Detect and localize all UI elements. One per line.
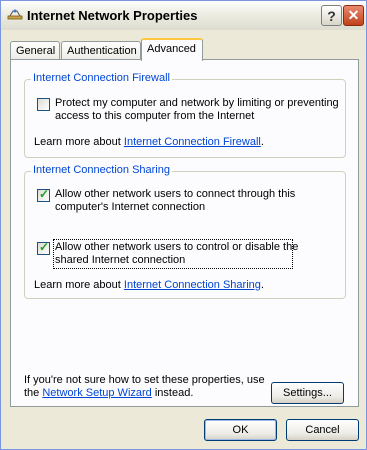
setup-note-prefix: the xyxy=(24,387,43,399)
tab-panel-advanced: Internet Connection Firewall Protect my … xyxy=(10,59,359,407)
ok-button[interactable]: OK xyxy=(204,419,277,441)
cancel-button[interactable]: Cancel xyxy=(286,419,359,441)
sharing-learn-link[interactable]: Internet Connection Sharing xyxy=(124,279,261,291)
setup-note-suffix: instead. xyxy=(151,387,194,399)
firewall-learn-suffix: . xyxy=(260,136,264,148)
firewall-learn-more: Learn more about Internet Connection Fir… xyxy=(34,136,264,149)
tab-authentication[interactable]: Authentication xyxy=(61,41,141,60)
sharing-group-title: Internet Connection Sharing xyxy=(31,164,172,176)
question-icon: ? xyxy=(327,7,336,24)
sharing-learn-prefix: Learn more about xyxy=(34,279,124,291)
network-setup-wizard-link[interactable]: Network Setup Wizard xyxy=(42,387,151,399)
protect-computer-checkbox[interactable] xyxy=(37,98,50,111)
allow-control-checkbox[interactable]: ✓ xyxy=(37,240,50,255)
firewall-learn-prefix: Learn more about xyxy=(34,136,124,148)
sharing-group: Internet Connection Sharing ✓ Allow othe… xyxy=(24,164,346,299)
setup-note-line2: the Network Setup Wizard instead. xyxy=(24,387,193,400)
close-icon: ✕ xyxy=(347,7,360,23)
firewall-group: Internet Connection Firewall Protect my … xyxy=(24,72,346,158)
settings-button[interactable]: Settings... xyxy=(271,382,344,404)
firewall-learn-link[interactable]: Internet Connection Firewall xyxy=(124,136,261,148)
network-connection-icon xyxy=(7,9,23,20)
protect-computer-label-line2[interactable]: access to this computer from the Interne… xyxy=(55,110,254,123)
allow-control-label-line2: shared Internet connection xyxy=(55,254,186,266)
close-button[interactable]: ✕ xyxy=(343,5,364,26)
sharing-learn-suffix: . xyxy=(260,279,264,291)
title-bar: Internet Network Properties ? ✕ xyxy=(1,1,366,30)
check-icon: ✓ xyxy=(39,187,50,201)
allow-connect-checkbox[interactable]: ✓ xyxy=(37,187,50,202)
setup-note-line1: If you're not sure how to set these prop… xyxy=(24,374,265,386)
allow-control-label-line1: Allow other network users to control or … xyxy=(55,241,299,253)
allow-connect-label-line1[interactable]: Allow other network users to connect thr… xyxy=(55,188,295,201)
check-icon: ✓ xyxy=(39,240,50,254)
allow-control-label[interactable]: Allow other network users to control or … xyxy=(53,239,298,269)
sharing-learn-more: Learn more about Internet Connection Sha… xyxy=(34,279,264,292)
help-button[interactable]: ? xyxy=(321,5,342,26)
allow-connect-label-line2[interactable]: computer's Internet connection xyxy=(55,201,205,214)
window-title: Internet Network Properties xyxy=(27,8,198,23)
dialog-window: Internet Network Properties ? ✕ General … xyxy=(0,0,367,450)
tab-general[interactable]: General xyxy=(10,41,60,60)
tab-advanced[interactable]: Advanced xyxy=(141,38,203,61)
protect-computer-label-line1[interactable]: Protect my computer and network by limit… xyxy=(55,97,339,110)
firewall-group-title: Internet Connection Firewall xyxy=(31,72,172,84)
